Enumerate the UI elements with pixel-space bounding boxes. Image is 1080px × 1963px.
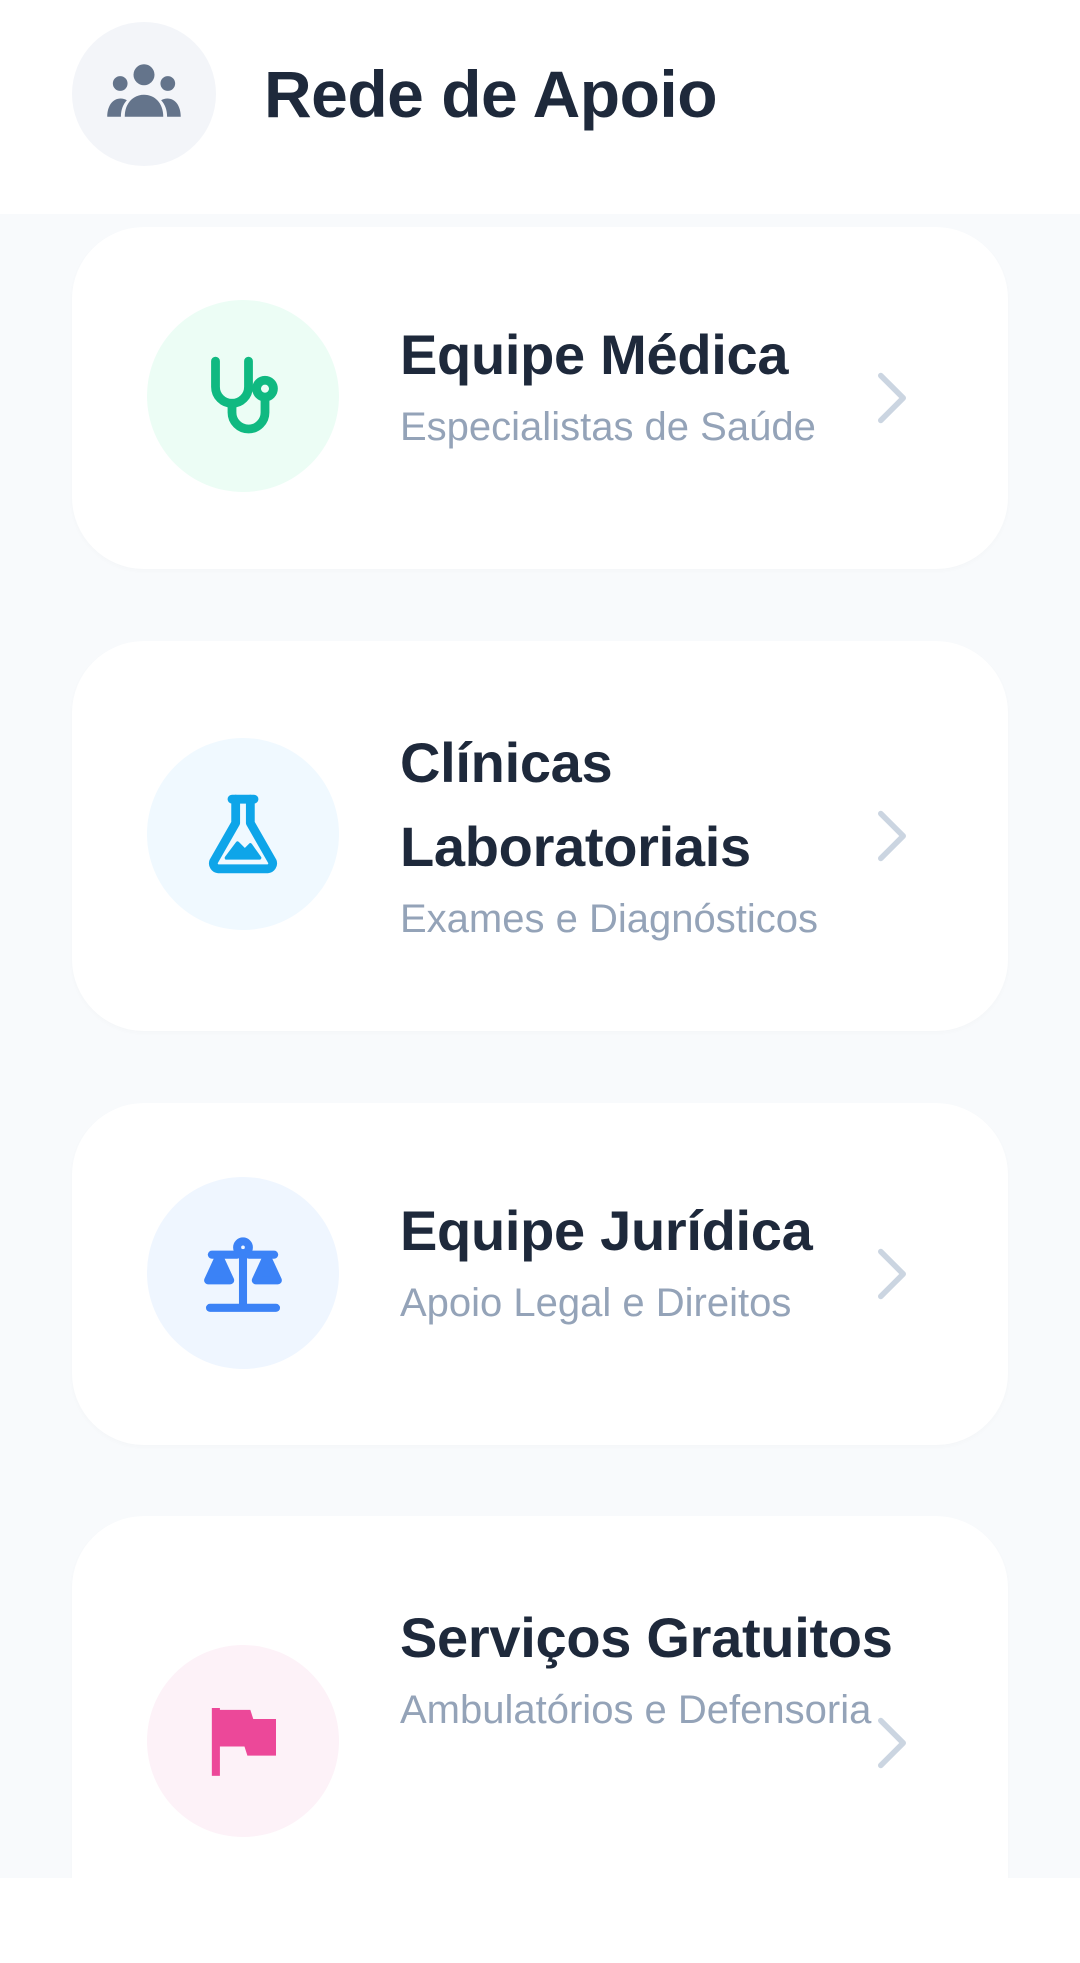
- card-legal-team[interactable]: Equipe Jurídica Apoio Legal e Direitos: [72, 1103, 1008, 1445]
- card-subtitle: Exames e Diagnósticos: [400, 897, 818, 941]
- stethoscope-icon: [211, 356, 278, 434]
- card-icon-container: [147, 738, 339, 930]
- card-subtitle: Apoio Legal e Direitos: [400, 1281, 792, 1325]
- card-icon-container: [147, 300, 339, 492]
- chevron-right-icon: [872, 1244, 912, 1304]
- card-title: Clínicas Laboratoriais: [400, 731, 751, 878]
- page-title: Rede de Apoio: [264, 57, 718, 131]
- card-icon-container: [147, 1177, 339, 1369]
- card-laboratory-clinics[interactable]: Clínicas Laboratoriais Exames e Diagnóst…: [72, 641, 1008, 1031]
- flag-icon: [211, 1708, 276, 1776]
- chevron-right-icon: [872, 1713, 912, 1773]
- card-subtitle: Especialistas de Saúde: [400, 405, 816, 449]
- bottom-bar: [0, 1878, 1080, 1963]
- card-title: Serviços Gratuitos: [400, 1606, 893, 1669]
- card-medical-team[interactable]: Equipe Médica Especialistas de Saúde: [72, 227, 1008, 569]
- chevron-right-icon: [872, 368, 912, 428]
- card-title: Equipe Médica: [400, 323, 789, 386]
- support-network-list: Equipe Médica Especialistas de Saúde Clí…: [0, 214, 1080, 1878]
- scale-icon: [204, 1237, 282, 1312]
- card-subtitle: Ambulatórios e Defensoria: [400, 1688, 872, 1732]
- flask-icon: [208, 794, 278, 874]
- users-group-icon: [72, 22, 216, 166]
- chevron-right-icon: [872, 806, 912, 866]
- card-title: Equipe Jurídica: [400, 1199, 813, 1262]
- card-free-services[interactable]: Serviços Gratuitos Ambulatórios e Defens…: [72, 1516, 1008, 1878]
- card-icon-container: [147, 1645, 339, 1837]
- header: Rede de Apoio: [0, 0, 1080, 214]
